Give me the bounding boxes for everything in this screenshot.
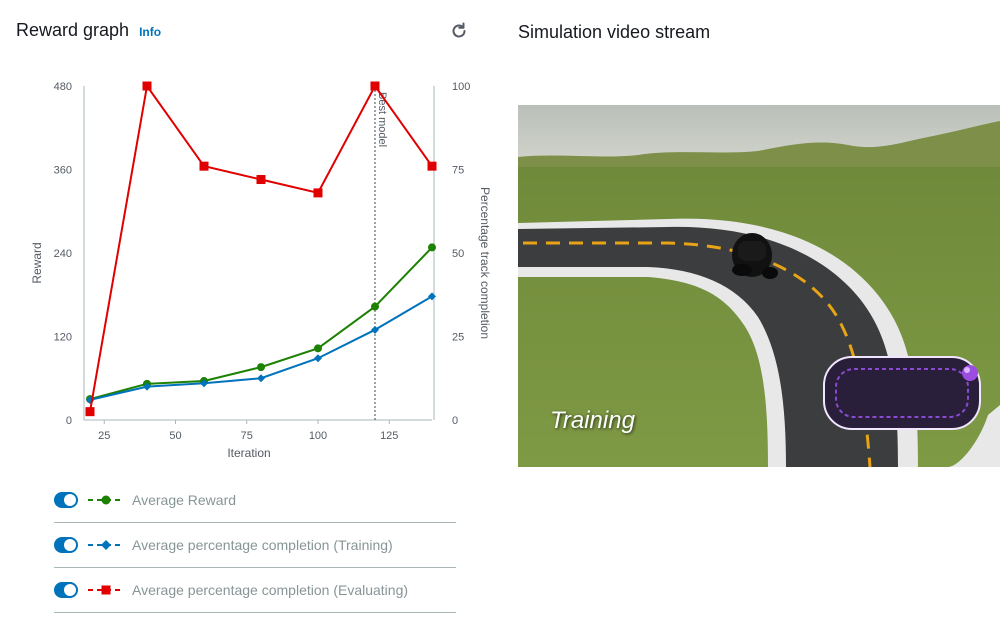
series-toggle[interactable] <box>54 492 78 508</box>
data-point <box>257 363 265 372</box>
data-point <box>314 354 322 363</box>
data-point <box>371 325 379 334</box>
series-toggle[interactable] <box>54 582 78 598</box>
y-left-tick-label: 480 <box>54 81 72 93</box>
toggle-knob <box>64 539 76 551</box>
video-stream-title: Simulation video stream <box>518 22 711 42</box>
toggle-knob <box>64 494 76 506</box>
data-point <box>314 344 322 353</box>
legend-label: Average percentage completion (Evaluatin… <box>132 582 409 598</box>
video-panel: Simulation video stream Training <box>500 0 1008 631</box>
data-point <box>427 161 437 171</box>
x-tick-label: 125 <box>380 430 398 442</box>
chart-legend: Average Reward Average percentage complet… <box>54 478 456 613</box>
y-left-tick-label: 0 <box>66 415 72 427</box>
y-left-tick-label: 360 <box>54 165 72 177</box>
reward-graph-title: Reward graph <box>16 20 130 40</box>
series-toggle[interactable] <box>54 537 78 553</box>
y-right-axis-title: Percentage track completion <box>478 187 490 339</box>
training-overlay-label: Training <box>550 407 635 434</box>
data-point <box>313 188 323 198</box>
legend-item: Average Reward <box>54 478 456 523</box>
data-point <box>257 374 265 383</box>
legend-label: Average Reward <box>132 492 237 508</box>
x-tick-label: 75 <box>241 430 253 442</box>
circle-marker-icon <box>88 495 124 505</box>
toggle-knob <box>64 584 76 596</box>
y-right-tick-label: 0 <box>452 415 458 427</box>
y-right-tick-label: 50 <box>452 248 464 260</box>
data-point <box>370 81 380 91</box>
diamond-marker-icon <box>88 540 124 550</box>
y-left-tick-label: 120 <box>54 332 72 344</box>
reward-graph-header: Reward graph Info <box>16 20 161 41</box>
refresh-button[interactable] <box>449 21 469 41</box>
y-right-tick-label: 75 <box>452 165 464 177</box>
y-left-tick-label: 240 <box>54 248 72 260</box>
simulation-video[interactable]: Training <box>518 105 1000 467</box>
data-point <box>85 407 95 417</box>
square-marker-icon <box>88 585 124 595</box>
x-tick-label: 50 <box>169 430 181 442</box>
reward-chart: 25 50 75 100 125 0 120 240 360 480 0 25 50 75 100 Itera… <box>30 81 490 460</box>
x-tick-label: 100 <box>309 430 327 442</box>
y-right-tick-label: 100 <box>452 81 470 93</box>
track-minimap <box>823 356 981 430</box>
data-point <box>428 243 436 252</box>
data-point <box>371 302 379 311</box>
x-axis-title: Iteration <box>227 446 270 460</box>
data-point <box>199 161 209 171</box>
data-point <box>428 292 436 301</box>
y-left-axis-title: Reward <box>30 242 44 283</box>
data-point <box>142 81 152 91</box>
legend-item: Average percentage completion (Evaluatin… <box>54 568 456 613</box>
y-right-tick-label: 25 <box>452 332 464 344</box>
legend-label: Average percentage completion (Training) <box>132 537 393 553</box>
refresh-icon <box>452 22 466 38</box>
legend-item: Average percentage completion (Training) <box>54 523 456 568</box>
x-tick-label: 25 <box>98 430 110 442</box>
info-link[interactable]: Info <box>139 25 161 39</box>
data-point <box>256 175 266 185</box>
reward-graph-panel: Reward graph Info 25 50 75 100 125 0 120 240 360… <box>0 0 490 631</box>
